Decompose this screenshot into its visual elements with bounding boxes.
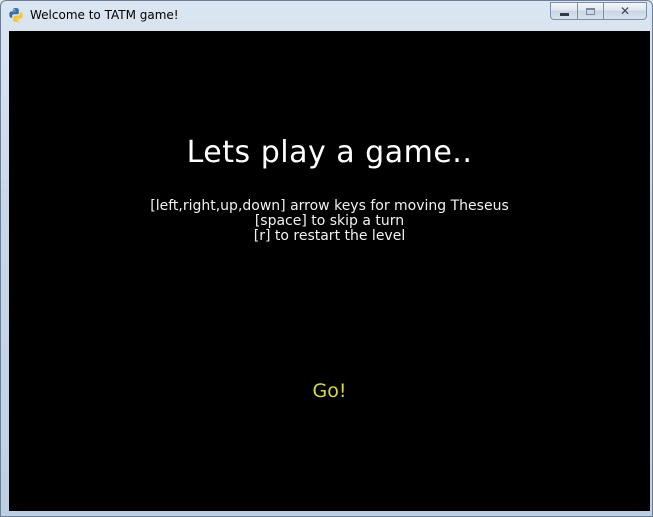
- instruction-skip: [space] to skip a turn: [254, 213, 405, 229]
- headline: Lets play a game..: [186, 135, 473, 170]
- title-bar[interactable]: Welcome to TATM game! ✕: [1, 1, 652, 30]
- go-button[interactable]: Go!: [299, 377, 360, 405]
- minimize-icon: [559, 12, 569, 16]
- close-button[interactable]: ✕: [603, 2, 647, 20]
- window-title: Welcome to TATM game!: [30, 8, 179, 22]
- window-controls: ✕: [550, 2, 647, 20]
- instruction-move: [left,right,up,down] arrow keys for movi…: [150, 198, 509, 214]
- game-window: Welcome to TATM game! ✕ Lets play a game…: [0, 0, 653, 517]
- close-icon: ✕: [619, 4, 631, 18]
- maximize-icon: [586, 7, 595, 15]
- instruction-restart: [r] to restart the level: [253, 228, 406, 244]
- python-icon: [8, 7, 24, 23]
- instructions: [left,right,up,down] arrow keys for movi…: [9, 199, 650, 244]
- game-canvas[interactable]: Lets play a game.. [left,right,up,down] …: [9, 31, 650, 511]
- minimize-button[interactable]: [550, 2, 577, 20]
- maximize-button[interactable]: [577, 2, 603, 20]
